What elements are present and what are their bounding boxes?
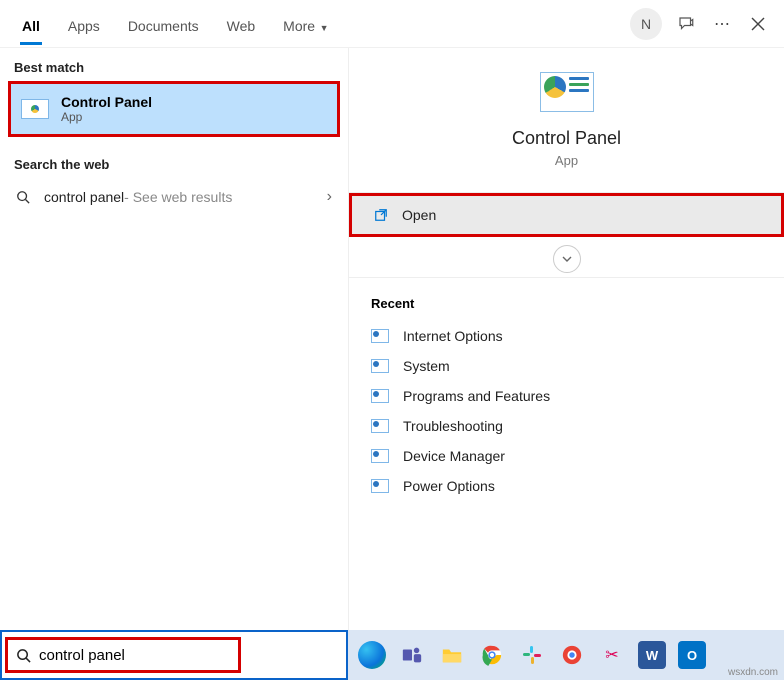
open-action[interactable]: Open (352, 196, 781, 234)
open-action-highlight: Open (349, 193, 784, 237)
control-panel-icon (21, 99, 49, 119)
search-input[interactable] (39, 647, 238, 664)
tab-more[interactable]: More ▼ (269, 4, 342, 44)
file-explorer-icon[interactable] (438, 641, 466, 669)
teams-icon[interactable] (398, 641, 426, 669)
best-match-label: Best match (0, 48, 348, 81)
user-avatar[interactable]: N (630, 8, 662, 40)
tab-apps[interactable]: Apps (54, 4, 114, 44)
recent-item[interactable]: Power Options (371, 471, 762, 501)
filter-tabs: All Apps Documents Web More ▼ (8, 4, 343, 44)
close-icon[interactable] (740, 6, 776, 42)
tab-all[interactable]: All (8, 4, 54, 44)
recent-item[interactable]: System (371, 351, 762, 381)
slack-icon[interactable] (518, 641, 546, 669)
actions-section: Open (349, 192, 784, 278)
search-web-result[interactable]: control panel - See web results › (0, 178, 348, 216)
open-icon (374, 208, 388, 222)
chevron-down-icon: ▼ (317, 23, 328, 33)
applet-icon (371, 329, 389, 343)
recent-item[interactable]: Device Manager (371, 441, 762, 471)
outlook-icon[interactable]: O (678, 641, 706, 669)
applet-icon (371, 449, 389, 463)
search-web-label: Search the web (0, 145, 348, 178)
recent-item[interactable]: Troubleshooting (371, 411, 762, 441)
best-match-result[interactable]: Control Panel App (11, 84, 337, 134)
best-match-title: Control Panel (61, 94, 152, 110)
search-highlight (5, 637, 241, 673)
web-query-sub: - See web results (124, 189, 232, 205)
recent-item[interactable]: Programs and Features (371, 381, 762, 411)
more-options-icon[interactable]: ⋯ (704, 6, 740, 42)
applet-icon (371, 419, 389, 433)
edge-icon[interactable] (358, 641, 386, 669)
applet-icon (371, 479, 389, 493)
recent-label: Recent (371, 296, 762, 311)
feedback-icon[interactable] (668, 6, 704, 42)
web-query-text: control panel (44, 189, 124, 205)
search-icon (16, 648, 31, 663)
expand-actions-button[interactable] (553, 245, 581, 273)
search-box[interactable] (0, 630, 348, 680)
tab-web[interactable]: Web (213, 4, 270, 44)
applet-icon (371, 389, 389, 403)
applet-icon (371, 359, 389, 373)
results-panel: Best match Control Panel App Search the … (0, 48, 348, 630)
chevron-right-icon: › (327, 188, 332, 206)
preview-subtitle: App (555, 153, 578, 168)
best-match-highlight: Control Panel App (8, 81, 340, 137)
preview-panel: Control Panel App Open Recent Internet O… (348, 48, 784, 630)
best-match-subtitle: App (61, 110, 152, 124)
watermark: wsxdn.com (728, 667, 778, 678)
preview-title: Control Panel (512, 128, 621, 149)
preview-header: Control Panel App (349, 48, 784, 192)
taskbar: ✂ W O wsxdn.com (348, 630, 784, 680)
recent-item[interactable]: Internet Options (371, 321, 762, 351)
tab-documents[interactable]: Documents (114, 4, 213, 44)
chrome-icon[interactable] (478, 641, 506, 669)
search-icon (16, 190, 34, 204)
snip-icon[interactable]: ✂ (598, 641, 626, 669)
header-bar: All Apps Documents Web More ▼ N ⋯ (0, 0, 784, 48)
chrome-canary-icon[interactable] (558, 641, 586, 669)
control-panel-icon-large (540, 72, 594, 112)
bottom-bar: ✂ W O wsxdn.com (0, 630, 784, 680)
open-label: Open (402, 207, 436, 223)
recent-section: Recent Internet Options System Programs … (349, 278, 784, 630)
word-icon[interactable]: W (638, 641, 666, 669)
